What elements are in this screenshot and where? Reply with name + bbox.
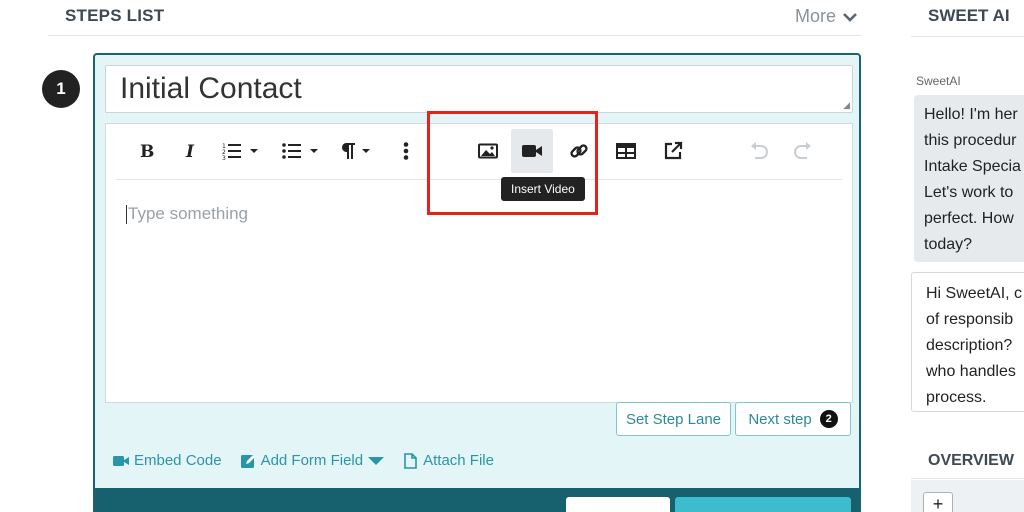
footer-secondary-button[interactable] xyxy=(566,497,670,512)
more-label: More xyxy=(794,6,836,26)
edit-icon xyxy=(240,454,255,468)
bold-button[interactable]: B xyxy=(132,129,160,173)
user-message-line: process. xyxy=(926,389,987,406)
sweet-ai-panel: SWEET AI SweetAI Hello! I'm her this pro… xyxy=(911,0,1024,512)
chevron-down-icon xyxy=(843,12,857,22)
attach-file-link[interactable]: Attach File xyxy=(402,452,494,469)
bullet-list-dropdown[interactable] xyxy=(276,129,324,173)
divider xyxy=(911,478,1024,479)
more-dropdown[interactable]: More xyxy=(795,6,858,27)
user-message-line: who handles xyxy=(926,363,1016,380)
image-icon xyxy=(478,143,498,159)
add-form-field-link[interactable]: Add Form Field xyxy=(240,452,385,469)
bot-message-line: today? xyxy=(924,236,973,253)
video-icon xyxy=(522,145,542,157)
link-icon xyxy=(570,144,588,158)
sweet-ai-sender-label: SweetAI xyxy=(916,74,961,88)
undo-icon xyxy=(751,142,768,159)
steps-list-header: STEPS LIST More xyxy=(48,0,862,36)
add-form-field-label: Add Form Field xyxy=(260,452,364,469)
svg-text:I: I xyxy=(185,142,195,160)
ordered-list-dropdown[interactable]: 123 xyxy=(216,129,264,173)
svg-text:B: B xyxy=(140,142,154,160)
bot-message-line: this procedur xyxy=(924,132,1017,149)
next-step-label: Next step xyxy=(748,410,812,428)
bot-message: Hello! I'm her this procedur Intake Spec… xyxy=(914,95,1024,262)
italic-button[interactable]: I xyxy=(176,129,204,173)
sweet-ai-title: SWEET AI xyxy=(928,6,1010,25)
insert-video-button[interactable] xyxy=(511,129,553,173)
external-link-button[interactable] xyxy=(656,129,690,173)
file-icon xyxy=(404,452,417,469)
step-title-value: Initial Contact xyxy=(120,72,302,105)
step-title-input[interactable]: Initial Contact ◢ xyxy=(105,65,853,113)
caret-down-icon xyxy=(368,456,385,465)
more-vertical-icon xyxy=(403,142,409,160)
caret-down-icon xyxy=(250,149,258,153)
bot-message-line: perfect. How xyxy=(924,210,1014,227)
step-number-badge: 1 xyxy=(42,70,80,108)
embed-code-link[interactable]: Embed Code xyxy=(113,452,222,469)
svg-text:3: 3 xyxy=(222,155,226,160)
external-link-icon xyxy=(664,141,683,160)
attach-file-label: Attach File xyxy=(423,452,494,469)
bot-message-line: Let's work to xyxy=(924,184,1014,201)
user-message-line: of responsib xyxy=(926,311,1014,328)
set-step-lane-button[interactable]: Set Step Lane xyxy=(616,402,731,436)
redo-button[interactable] xyxy=(788,129,818,173)
bullet-list-icon xyxy=(282,143,301,159)
bold-icon: B xyxy=(140,142,154,160)
paragraph-icon xyxy=(341,143,355,159)
more-options-button[interactable] xyxy=(396,129,416,173)
insert-table-button[interactable] xyxy=(609,129,643,173)
caret-down-icon xyxy=(362,149,370,153)
insert-link-button[interactable] xyxy=(562,129,596,173)
plus-icon: + xyxy=(932,493,944,512)
paragraph-dropdown[interactable] xyxy=(336,129,374,173)
user-message: Hi SweetAI, c of responsib description? … xyxy=(911,272,1024,412)
editor-content-area[interactable]: Type something xyxy=(126,204,249,224)
text-cursor xyxy=(126,205,127,224)
ordered-list-icon: 123 xyxy=(222,143,241,160)
video-camera-icon xyxy=(113,455,129,466)
overview-section: + xyxy=(911,480,1024,512)
overview-title: OVERVIEW xyxy=(928,452,1014,469)
insert-image-button[interactable] xyxy=(471,129,505,173)
rich-text-editor: B I 123 Insert Video Type something xyxy=(105,123,853,403)
editor-toolbar: B I 123 Insert Video xyxy=(116,124,842,201)
add-button[interactable]: + xyxy=(923,492,953,512)
next-step-badge: 2 xyxy=(819,410,838,428)
undo-button[interactable] xyxy=(744,129,774,173)
divider xyxy=(911,36,1024,37)
editor-placeholder: Type something xyxy=(128,204,249,223)
insert-video-tooltip: Insert Video xyxy=(501,177,585,201)
steps-list-title: STEPS LIST xyxy=(65,6,165,25)
caret-down-icon xyxy=(310,149,318,153)
user-message-line: Hi SweetAI, c xyxy=(926,285,1023,302)
bot-message-line: Intake Specia xyxy=(924,158,1021,175)
redo-icon xyxy=(794,142,811,159)
bot-message-line: Hello! I'm her xyxy=(924,106,1018,123)
embed-code-label: Embed Code xyxy=(134,452,222,469)
step-card-footer xyxy=(95,488,859,512)
user-message-line: description? xyxy=(926,337,1013,354)
italic-icon: I xyxy=(185,142,195,160)
step-card: Initial Contact ◢ B I 123 Insert Video T… xyxy=(93,53,861,512)
step-link-row: Embed Code Add Form Field Attach File xyxy=(113,452,494,469)
footer-primary-button[interactable] xyxy=(675,497,851,512)
set-step-lane-label: Set Step Lane xyxy=(625,410,722,428)
next-step-button[interactable]: Next step 2 xyxy=(735,402,851,436)
table-icon xyxy=(616,143,636,159)
resize-grip-icon[interactable]: ◢ xyxy=(843,100,850,111)
